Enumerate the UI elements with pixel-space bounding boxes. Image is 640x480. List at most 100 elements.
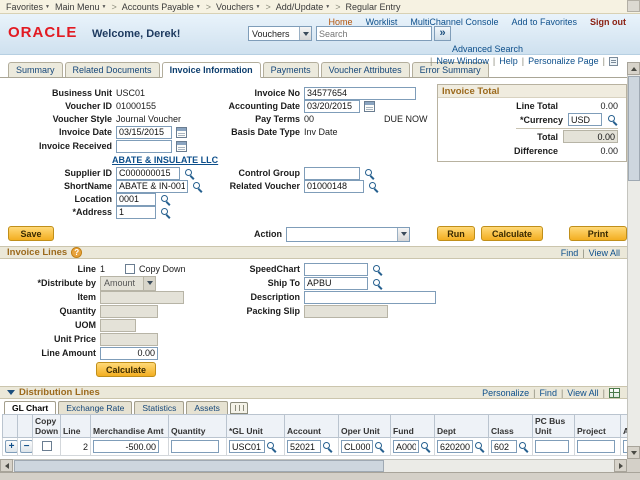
tab-statistics[interactable]: Statistics bbox=[134, 401, 184, 414]
dept-lookup-icon[interactable] bbox=[474, 441, 485, 452]
col-project[interactable]: Project bbox=[575, 415, 621, 438]
ship-to-lookup-icon[interactable] bbox=[372, 278, 383, 289]
currency-input[interactable] bbox=[568, 113, 602, 126]
tab-summary[interactable]: Summary bbox=[8, 62, 63, 77]
distribution-personalize-link[interactable]: Personalize bbox=[482, 388, 529, 398]
col-line[interactable]: Line bbox=[61, 415, 91, 438]
breadcrumb-item-add-update[interactable]: Add/Update▼ bbox=[276, 2, 331, 12]
class-input[interactable] bbox=[491, 440, 517, 453]
delete-row-button[interactable]: − bbox=[20, 440, 33, 453]
gl-unit-lookup-icon[interactable] bbox=[266, 441, 277, 452]
scroll-up-button[interactable] bbox=[627, 62, 640, 75]
line-calculate-button[interactable]: Calculate bbox=[96, 362, 156, 377]
horizontal-scrollbar-thumb[interactable] bbox=[14, 460, 384, 472]
location-input[interactable] bbox=[116, 193, 156, 206]
advanced-search-link[interactable]: Advanced Search bbox=[452, 44, 523, 54]
oper-unit-input[interactable] bbox=[341, 440, 373, 453]
download-grid-icon[interactable] bbox=[609, 388, 620, 398]
help-link[interactable]: Help bbox=[499, 56, 518, 66]
vertical-scrollbar[interactable] bbox=[627, 62, 640, 459]
tab-invoice-information[interactable]: Invoice Information bbox=[162, 62, 261, 78]
related-voucher-input[interactable] bbox=[304, 180, 364, 193]
description-input[interactable] bbox=[304, 291, 436, 304]
horizontal-scrollbar[interactable] bbox=[0, 459, 627, 472]
short-name-input[interactable] bbox=[116, 180, 188, 193]
scroll-right-button[interactable] bbox=[614, 459, 627, 472]
calendar-icon[interactable] bbox=[364, 101, 375, 112]
calendar-icon[interactable] bbox=[176, 127, 187, 138]
control-group-lookup-icon[interactable] bbox=[364, 168, 375, 179]
col-merchandise-amt[interactable]: Merchandise Amt bbox=[91, 415, 169, 438]
pc-bus-unit-input[interactable] bbox=[535, 440, 569, 453]
breadcrumb-item-main-menu[interactable]: Main Menu▼ bbox=[55, 2, 106, 12]
col-oper-unit[interactable]: Oper Unit bbox=[339, 415, 391, 438]
distribution-find-link[interactable]: Find bbox=[539, 388, 557, 398]
nav-add-to-favorites-link[interactable]: Add to Favorites bbox=[511, 17, 577, 27]
search-go-button[interactable]: » bbox=[434, 26, 451, 41]
tab-payments[interactable]: Payments bbox=[263, 62, 319, 77]
add-row-button[interactable]: + bbox=[5, 440, 18, 453]
tab-voucher-attributes[interactable]: Voucher Attributes bbox=[321, 62, 410, 77]
short-name-lookup-icon[interactable] bbox=[192, 181, 203, 192]
col-gl-unit[interactable]: *GL Unit bbox=[227, 415, 285, 438]
breadcrumb-item-favorites[interactable]: Favorites▼ bbox=[6, 2, 50, 12]
fund-lookup-icon[interactable] bbox=[420, 441, 431, 452]
dept-input[interactable] bbox=[437, 440, 473, 453]
run-button[interactable]: Run bbox=[437, 226, 475, 241]
invoice-lines-view-all-link[interactable]: View All bbox=[589, 248, 620, 258]
search-input[interactable] bbox=[316, 26, 432, 41]
currency-lookup-icon[interactable] bbox=[607, 114, 618, 125]
help-icon[interactable]: ? bbox=[71, 247, 82, 258]
tab-gl-chart[interactable]: GL Chart bbox=[4, 401, 56, 414]
row-copy-down-checkbox[interactable] bbox=[42, 441, 52, 451]
oper-unit-lookup-icon[interactable] bbox=[374, 441, 385, 452]
breadcrumb-item-vouchers[interactable]: Vouchers▼ bbox=[216, 2, 260, 12]
collapse-section-icon[interactable] bbox=[7, 390, 15, 395]
related-voucher-lookup-icon[interactable] bbox=[368, 181, 379, 192]
col-class[interactable]: Class bbox=[489, 415, 533, 438]
distribution-view-all-link[interactable]: View All bbox=[567, 388, 598, 398]
invoice-lines-find-link[interactable]: Find bbox=[561, 248, 579, 258]
speedchart-lookup-icon[interactable] bbox=[372, 264, 383, 275]
action-dropdown[interactable] bbox=[286, 227, 410, 242]
tab-exchange-rate[interactable]: Exchange Rate bbox=[58, 401, 132, 414]
row-quantity-input[interactable] bbox=[171, 440, 219, 453]
breadcrumb-item-regular-entry[interactable]: Regular Entry bbox=[346, 2, 401, 12]
nav-sign-out-link[interactable]: Sign out bbox=[590, 17, 626, 27]
show-all-tabs-icon[interactable] bbox=[230, 402, 248, 414]
fund-input[interactable] bbox=[393, 440, 419, 453]
scroll-down-button[interactable] bbox=[627, 446, 640, 459]
account-lookup-icon[interactable] bbox=[322, 441, 333, 452]
new-window-icon[interactable] bbox=[609, 57, 618, 66]
calculate-button[interactable]: Calculate bbox=[481, 226, 543, 241]
save-button[interactable]: Save bbox=[8, 226, 54, 241]
breadcrumb-item-accounts-payable[interactable]: Accounts Payable▼ bbox=[122, 2, 201, 12]
vertical-scrollbar-thumb[interactable] bbox=[628, 76, 640, 181]
class-lookup-icon[interactable] bbox=[518, 441, 529, 452]
invoice-date-input[interactable] bbox=[116, 126, 172, 139]
scroll-left-button[interactable] bbox=[0, 459, 13, 472]
tab-related-documents[interactable]: Related Documents bbox=[65, 62, 160, 77]
col-account[interactable]: Account bbox=[285, 415, 339, 438]
gl-unit-input[interactable] bbox=[229, 440, 265, 453]
col-pc-bus-unit[interactable]: PC Bus Unit bbox=[533, 415, 575, 438]
col-copy-down[interactable]: Copy Down bbox=[33, 415, 61, 438]
address-input[interactable] bbox=[116, 206, 156, 219]
project-input[interactable] bbox=[577, 440, 615, 453]
merchandise-amt-input[interactable] bbox=[93, 440, 159, 453]
print-button[interactable]: Print bbox=[569, 226, 627, 241]
col-quantity[interactable]: Quantity bbox=[169, 415, 227, 438]
supplier-id-input[interactable] bbox=[116, 167, 180, 180]
supplier-name-link[interactable]: ABATE & INSULATE LLC bbox=[112, 155, 218, 165]
copy-down-checkbox[interactable] bbox=[125, 264, 135, 274]
control-group-input[interactable] bbox=[304, 167, 360, 180]
location-lookup-icon[interactable] bbox=[160, 194, 171, 205]
search-context-dropdown[interactable]: Vouchers bbox=[248, 26, 312, 41]
col-fund[interactable]: Fund bbox=[391, 415, 435, 438]
col-dept[interactable]: Dept bbox=[435, 415, 489, 438]
supplier-id-lookup-icon[interactable] bbox=[184, 168, 195, 179]
invoice-no-input[interactable] bbox=[304, 87, 416, 100]
account-input[interactable] bbox=[287, 440, 321, 453]
tab-assets[interactable]: Assets bbox=[186, 401, 228, 414]
ship-to-input[interactable] bbox=[304, 277, 368, 290]
